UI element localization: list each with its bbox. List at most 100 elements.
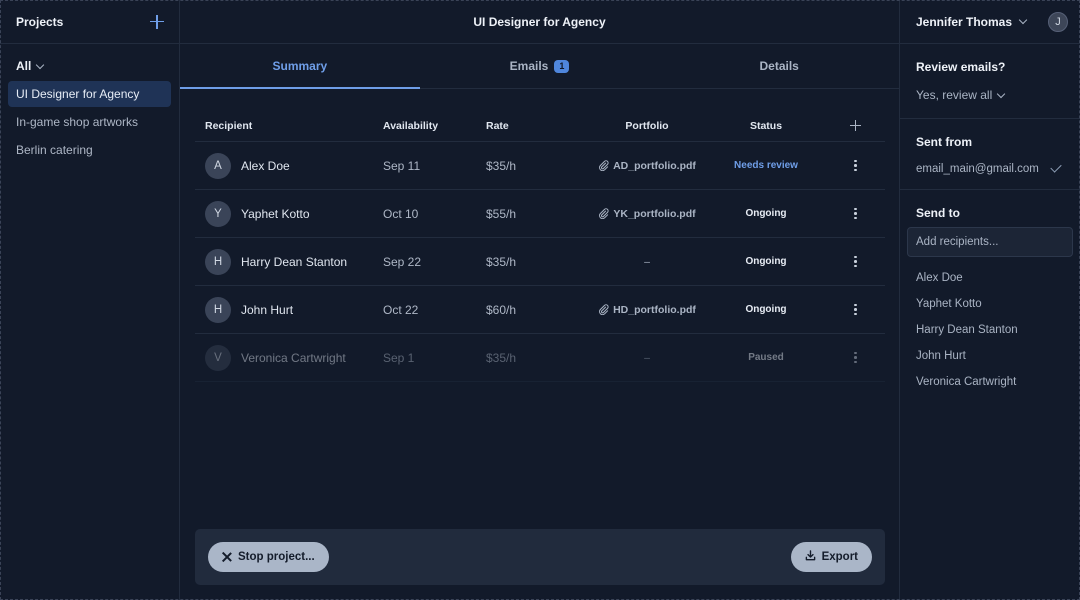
add-project-plus-icon[interactable] xyxy=(150,14,164,29)
list-item[interactable]: Harry Dean Stanton xyxy=(907,317,1073,343)
projects-header: Projects xyxy=(0,0,179,44)
table-row[interactable]: A Alex Doe Sep 11 $35/h AD_portfolio.pdf… xyxy=(195,142,885,190)
review-emails-select[interactable]: Yes, review all xyxy=(916,88,1064,118)
tab-emails[interactable]: Emails 1 xyxy=(420,44,660,88)
rate-cell: $35/h xyxy=(486,158,517,173)
recipient-cell: V Veronica Cartwright xyxy=(195,344,383,371)
recipient-cell: H John Hurt xyxy=(195,296,383,323)
recipient-name: Yaphet Kotto xyxy=(241,206,310,221)
table-row[interactable]: H John Hurt Oct 22 $60/h HD_portfolio.pd… xyxy=(195,286,885,334)
column-header-rate: Rate xyxy=(486,119,509,132)
sidebar-item-berlin-catering[interactable]: Berlin catering xyxy=(8,137,171,163)
chevron-down-icon xyxy=(1018,15,1028,25)
check-icon xyxy=(1050,161,1062,173)
portfolio-empty: – xyxy=(644,255,650,268)
row-actions-cell xyxy=(826,206,885,222)
send-to-section: Send to Alex Doe Yaphet Kotto Harry Dean… xyxy=(900,190,1080,395)
more-vertical-icon[interactable] xyxy=(850,206,861,222)
project-filter-dropdown[interactable]: All xyxy=(0,44,179,81)
status-badge: Ongoing xyxy=(745,208,787,219)
status-badge: Paused xyxy=(748,352,784,363)
avatar: H xyxy=(205,248,231,275)
export-button[interactable]: Export xyxy=(790,542,872,572)
close-icon xyxy=(222,552,232,562)
portfolio-link[interactable]: YK_portfolio.pdf xyxy=(588,208,706,220)
export-label: Export xyxy=(821,551,858,563)
more-vertical-icon[interactable] xyxy=(850,158,861,174)
avatar: A xyxy=(205,152,231,179)
recipient-list: Alex Doe Yaphet Kotto Harry Dean Stanton… xyxy=(907,265,1073,395)
sidebar-item-ui-designer-for-agency[interactable]: UI Designer for Agency xyxy=(8,81,171,107)
availability-cell: Oct 10 xyxy=(383,206,419,221)
chevron-down-icon xyxy=(997,89,1006,98)
add-column-plus-icon[interactable] xyxy=(850,120,861,131)
table-row[interactable]: V Veronica Cartwright Sep 1 $35/h – Paus… xyxy=(195,334,885,382)
row-actions-cell xyxy=(826,254,885,270)
availability-cell: Oct 22 xyxy=(383,302,419,317)
review-emails-title: Review emails? xyxy=(916,60,1006,74)
availability-cell: Sep 11 xyxy=(383,158,421,173)
sent-from-title: Sent from xyxy=(916,135,973,149)
portfolio-link[interactable]: HD_portfolio.pdf xyxy=(588,304,706,316)
project-filter-label: All xyxy=(16,59,32,73)
avatar[interactable]: J xyxy=(1048,11,1068,32)
recipient-name: Alex Doe xyxy=(241,158,290,173)
availability-cell: Sep 22 xyxy=(383,254,422,269)
more-vertical-icon[interactable] xyxy=(850,302,861,318)
stop-project-button[interactable]: Stop project... xyxy=(208,542,329,572)
table-row[interactable]: H Harry Dean Stanton Sep 22 $35/h – Ongo… xyxy=(195,238,885,286)
recipient-cell: A Alex Doe xyxy=(195,152,383,179)
projects-sidebar: Projects All UI Designer for Agency In-g… xyxy=(0,0,180,600)
row-actions-cell xyxy=(826,302,885,318)
avatar: V xyxy=(205,344,231,371)
recipient-cell: H Harry Dean Stanton xyxy=(195,248,383,275)
list-item[interactable]: Yaphet Kotto xyxy=(907,291,1073,317)
row-actions-cell xyxy=(826,350,885,366)
tab-summary[interactable]: Summary xyxy=(180,44,420,89)
list-item[interactable]: John Hurt xyxy=(907,343,1073,369)
portfolio-filename: AD_portfolio.pdf xyxy=(613,159,696,172)
more-vertical-icon[interactable] xyxy=(850,350,861,366)
tab-emails-label: Emails xyxy=(509,59,549,73)
project-main: UI Designer for Agency Summary Emails 1 … xyxy=(180,0,900,600)
recipient-name: John Hurt xyxy=(241,302,294,317)
status-badge: Needs review xyxy=(734,160,798,171)
emails-count-badge: 1 xyxy=(554,59,570,73)
review-emails-section: Review emails? Yes, review all xyxy=(900,44,1080,119)
table-header: Recipient Availability Rate Portfolio St… xyxy=(195,110,885,142)
table-row[interactable]: Y Yaphet Kotto Oct 10 $55/h YK_portfolio… xyxy=(195,190,885,238)
add-recipients-input[interactable] xyxy=(907,227,1073,257)
user-header: Jennifer Thomas J xyxy=(900,0,1080,44)
column-header-portfolio: Portfolio xyxy=(625,119,669,132)
add-column-cell xyxy=(826,120,885,131)
portfolio-link[interactable]: AD_portfolio.pdf xyxy=(588,160,706,172)
tab-details[interactable]: Details xyxy=(659,44,899,88)
action-bar: Stop project... Export xyxy=(195,529,885,585)
rate-cell: $35/h xyxy=(486,350,517,365)
column-header-availability: Availability xyxy=(383,119,439,132)
list-item[interactable]: Veronica Cartwright xyxy=(907,369,1073,395)
tab-details-label: Details xyxy=(759,59,799,73)
sent-from-email: email_main@gmail.com xyxy=(916,163,1039,175)
avatar: Y xyxy=(205,200,231,227)
user-name: Jennifer Thomas xyxy=(916,14,1013,29)
review-emails-value: Yes, review all xyxy=(916,88,993,102)
tab-summary-label: Summary xyxy=(272,58,328,73)
list-item[interactable]: Alex Doe xyxy=(907,265,1073,291)
avatar: H xyxy=(205,296,231,323)
chevron-down-icon xyxy=(36,60,45,69)
more-vertical-icon[interactable] xyxy=(850,254,861,270)
sent-from-option[interactable]: email_main@gmail.com xyxy=(916,161,1064,189)
paperclip-icon xyxy=(598,160,609,171)
sidebar-item-in-game-shop-artworks[interactable]: In-game shop artworks xyxy=(8,109,171,135)
tab-bar: Summary Emails 1 Details xyxy=(180,44,899,89)
recipients-table: Recipient Availability Rate Portfolio St… xyxy=(195,110,885,382)
recipient-name: Harry Dean Stanton xyxy=(241,254,348,269)
email-settings-panel: Jennifer Thomas J Review emails? Yes, re… xyxy=(900,0,1080,600)
user-menu[interactable]: Jennifer Thomas xyxy=(916,14,1028,29)
row-actions-cell xyxy=(826,158,885,174)
projects-title: Projects xyxy=(16,14,64,29)
status-badge: Ongoing xyxy=(745,304,787,315)
portfolio-cell: – xyxy=(588,352,706,364)
paperclip-icon xyxy=(598,208,609,219)
